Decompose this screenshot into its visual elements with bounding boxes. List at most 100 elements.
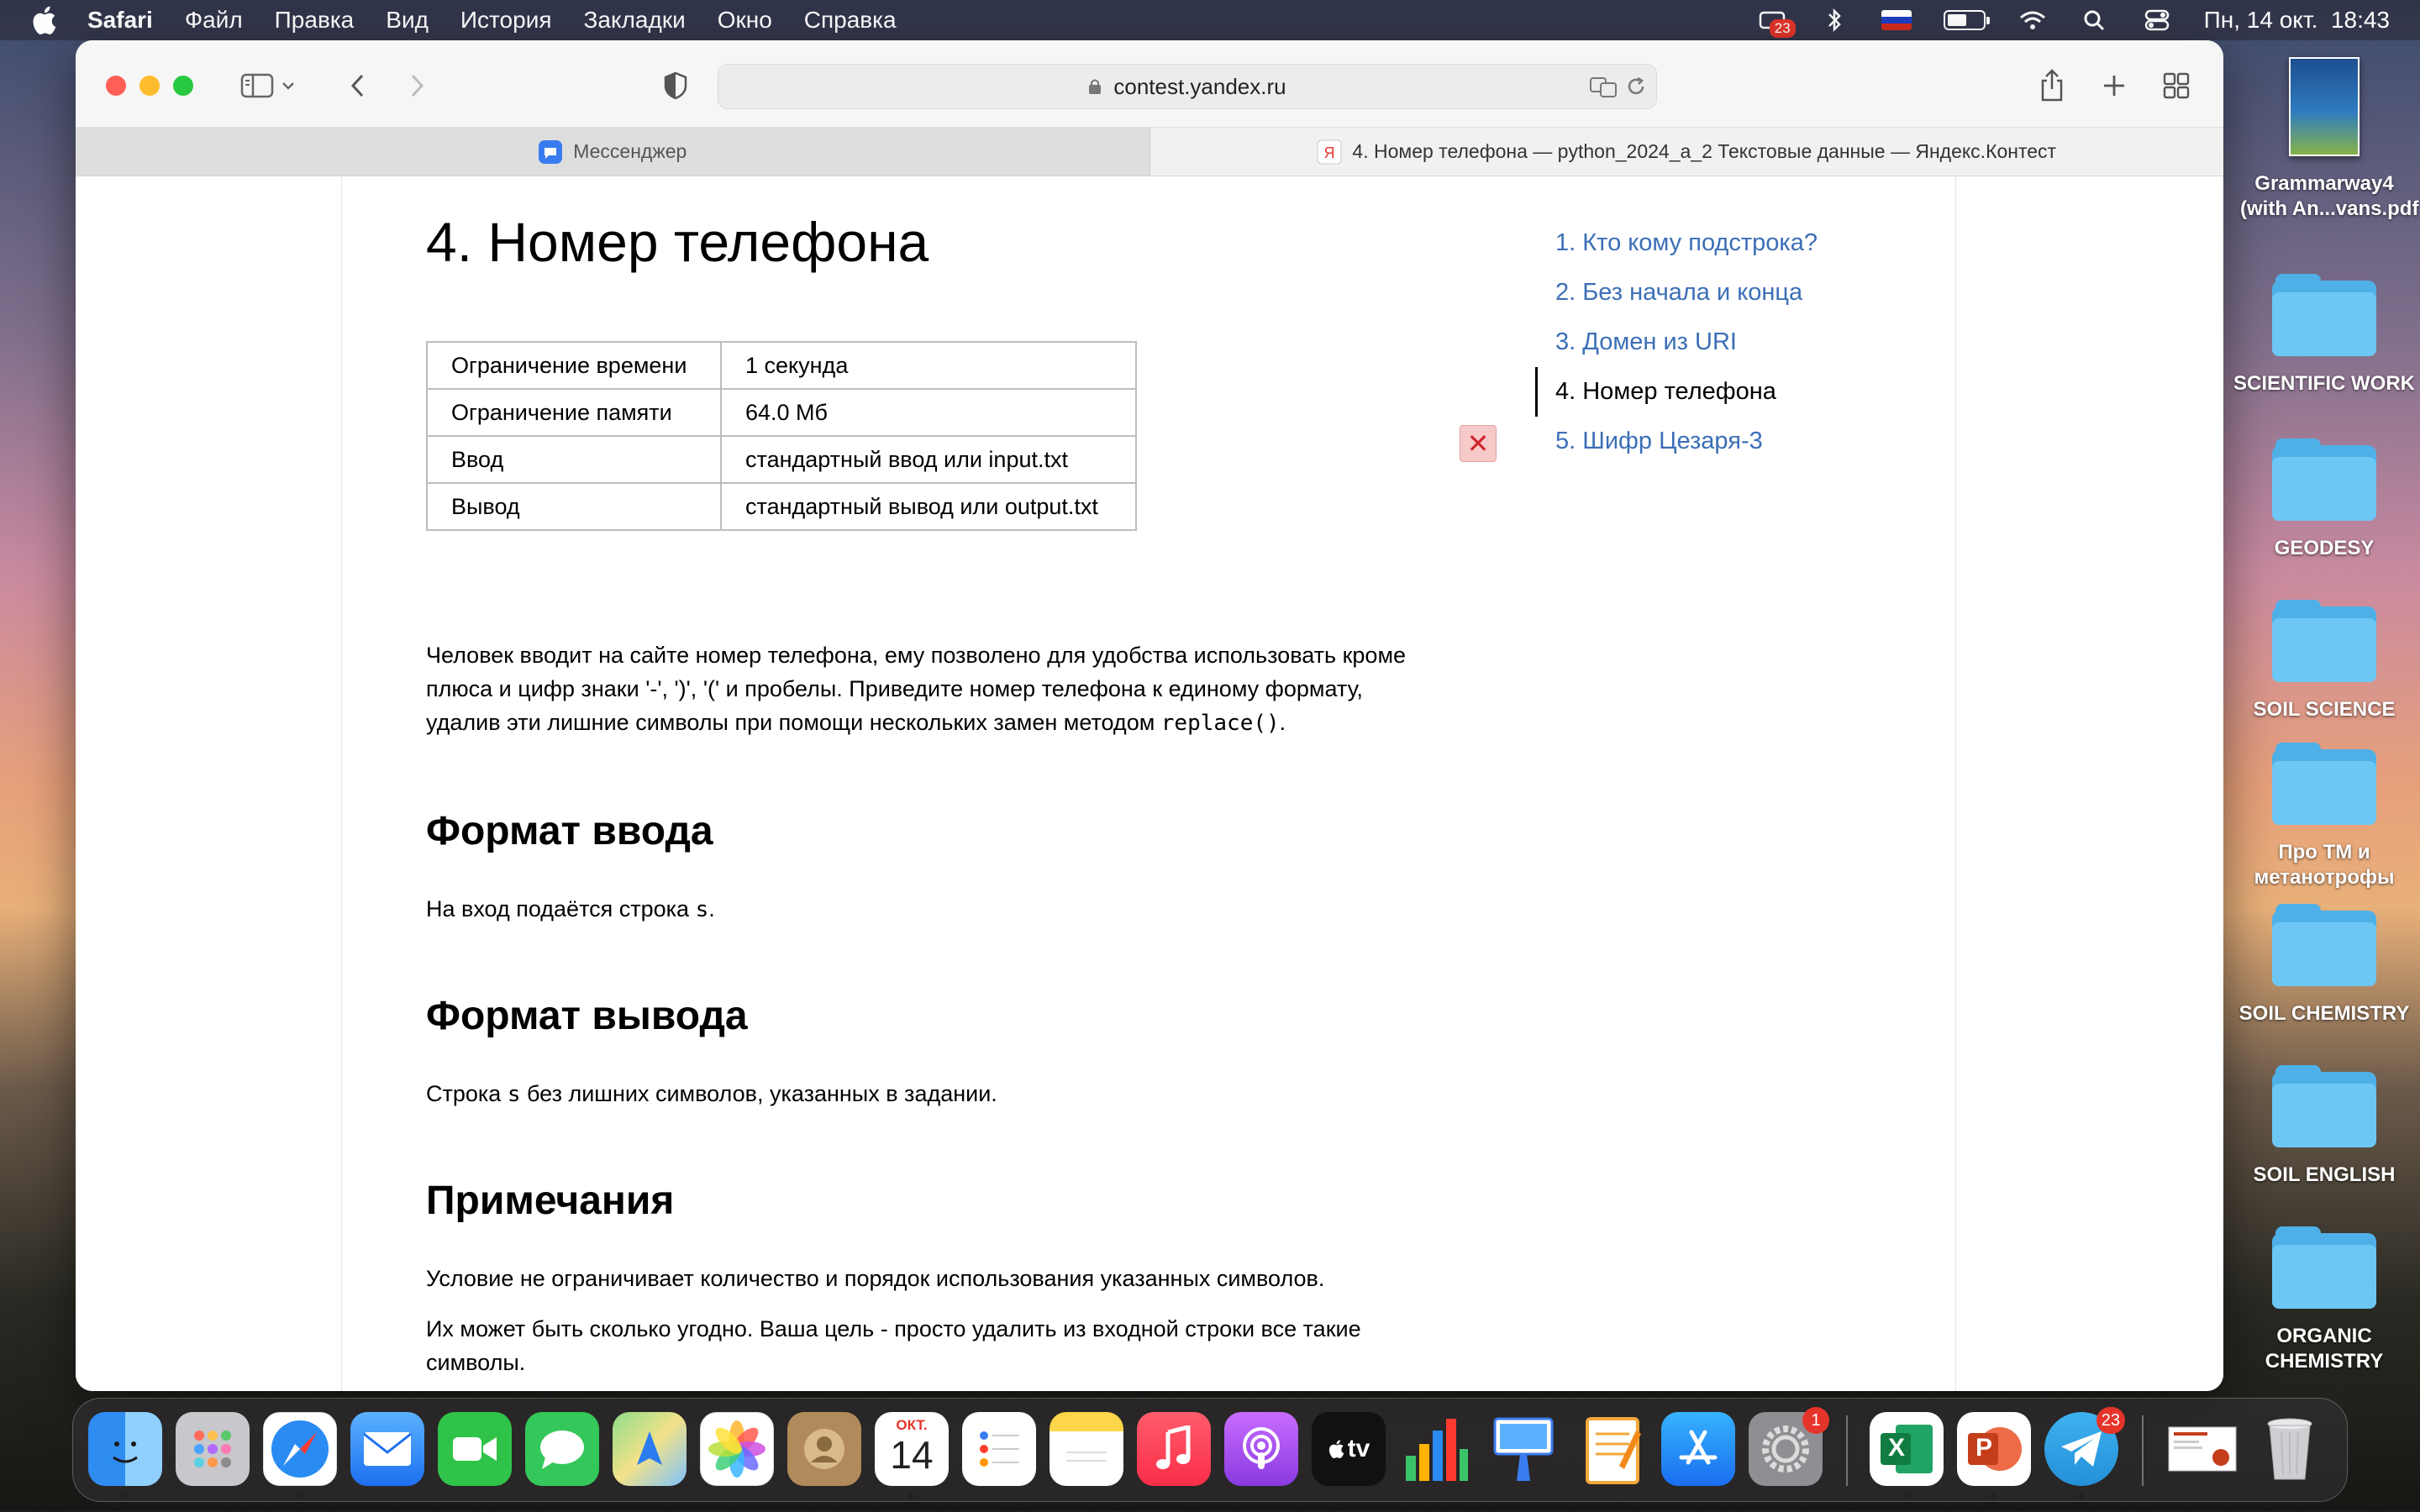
zoom-window-button[interactable] [173,76,193,96]
desktop-item-pdf[interactable]: Grammarway4 (with An...vans.pdf [2240,57,2418,222]
dock-recent-document[interactable] [2165,1412,2239,1486]
notification-badge: 23 [2096,1407,2125,1434]
dock-telegram[interactable]: 23 [2044,1407,2125,1486]
dock-app-store[interactable] [1661,1412,1735,1486]
desktop-item-label: SOIL ENGLISH [2253,1163,2396,1186]
menu-bookmarks[interactable]: Закладки [584,7,686,34]
desktop-folder-tm[interactable]: Про ТМ и метанотрофы [2240,743,2408,890]
dock-keynote[interactable] [1486,1412,1560,1486]
dock-system-settings[interactable]: 1 [1749,1407,1829,1486]
minimize-window-button[interactable] [139,76,160,96]
forward-button[interactable] [393,64,440,108]
tab-group-dropdown-button[interactable] [276,64,301,108]
notes-icon [1066,1452,1107,1462]
menu-help[interactable]: Справка [804,7,897,34]
reminders-list-icon [980,1431,1019,1467]
tab-messenger[interactable]: Мессенджер [76,128,1150,176]
share-button[interactable] [2028,64,2075,108]
new-tab-button[interactable] [2091,64,2138,108]
launchpad-icon [194,1431,231,1467]
tab-overview-button[interactable] [2153,64,2200,108]
sidebar-icon [240,73,274,98]
trash-icon [2267,1418,2312,1480]
desktop-item-label: Про ТМ и [2278,841,2370,864]
dock-facetime[interactable] [438,1412,512,1486]
desktop-item-label: SCIENTIFIC WORK [2233,372,2415,395]
notes-heading: Примечания [426,1179,675,1223]
excel-icon [1881,1425,1933,1473]
menu-file[interactable]: Файл [185,7,243,34]
wifi-icon[interactable] [2018,8,2048,33]
pages-document-icon [1586,1417,1641,1484]
dock-maps[interactable] [613,1412,687,1486]
desktop-folder-organic-chemistry[interactable]: ORGANIC CHEMISTRY [2240,1226,2408,1374]
dock-launchpad[interactable] [176,1412,250,1486]
apple-menu-icon[interactable] [30,5,57,35]
dock-reminders[interactable] [962,1412,1036,1486]
privacy-report-button[interactable] [652,64,699,108]
menu-history[interactable]: История [460,7,552,34]
menu-window[interactable]: Окно [718,7,772,34]
dock-podcasts[interactable] [1224,1412,1298,1486]
desktop-folder-geodesy[interactable]: GEODESY [2240,438,2408,561]
menu-view[interactable]: Вид [386,7,429,34]
spotlight-search-icon[interactable] [2080,8,2110,33]
desktop-folder-soil-chemistry[interactable]: SOIL CHEMISTRY [2239,904,2409,1026]
dock-calendar[interactable]: ОКТ. 14 [875,1412,949,1486]
dock-photos[interactable] [700,1412,774,1486]
safari-compass-icon [271,1420,329,1478]
toc-item-problem-2[interactable]: 2. Без начала и конца [1535,268,1818,318]
battery-icon[interactable] [1943,10,1990,30]
reload-icon[interactable] [1626,76,1646,97]
dock-powerpoint[interactable]: P [1957,1412,2031,1486]
menu-app-safari[interactable]: Safari [87,7,153,34]
folder-icon [2272,1065,2376,1147]
running-indicator [1903,1493,1910,1499]
dock-pages[interactable] [1574,1412,1648,1486]
dock-numbers[interactable] [1399,1412,1473,1486]
desktop-folder-scientific-work[interactable]: SCIENTIFIC WORK [2233,274,2415,396]
desktop-item-label: SOIL SCIENCE [2253,698,2396,721]
folder-icon [2272,600,2376,682]
input-text: . [708,896,715,921]
translate-icon[interactable] [1589,76,1618,99]
desktop-folder-soil-science[interactable]: SOIL SCIENCE [2240,600,2408,722]
toc-item-problem-3[interactable]: 3. Домен из URI [1535,318,1818,367]
speech-bubble-icon [540,1431,584,1469]
dock-finder[interactable] [88,1412,162,1486]
dock: ОКТ. 14 tv 1 X P 23 [72,1398,2348,1502]
share-icon [2041,69,2063,102]
dock-apple-tv[interactable]: tv [1312,1412,1386,1486]
dock-contacts[interactable] [787,1412,861,1486]
dock-notes[interactable] [1050,1412,1123,1486]
notification-status-item[interactable]: 23 [1757,8,1796,38]
dock-mail[interactable] [350,1412,424,1486]
tab-contest[interactable]: Я 4. Номер телефона — python_2024_a_2 Те… [1150,128,2223,176]
dock-trash[interactable] [2253,1412,2327,1486]
address-bar[interactable]: contest.yandex.ru [718,64,1657,109]
input-source-flag-icon[interactable] [1881,10,1912,30]
toc-item-label: 5. Шифр Цезаря-3 [1555,428,1763,454]
url-text: contest.yandex.ru [1113,73,1286,99]
failed-status-icon: ✕ [1460,425,1497,462]
bluetooth-icon[interactable] [1819,8,1849,33]
toc-item-problem-4[interactable]: 4. Номер телефона [1535,367,1818,417]
menubar-clock[interactable]: Пн, 14 окт. 18:43 [2204,7,2390,34]
toc-item-problem-5[interactable]: ✕ 5. Шифр Цезаря-3 [1460,417,1818,466]
back-button[interactable] [334,64,381,108]
inline-code: replace() [1160,711,1280,736]
close-window-button[interactable] [106,76,126,96]
sidebar-toggle-button[interactable] [234,64,281,108]
output-format-text: Строка s без лишних символов, указанных … [426,1077,1468,1111]
dock-excel[interactable]: X [1870,1412,1944,1486]
web-page[interactable]: 4. Номер телефона Ограничение времени 1 … [76,176,2223,1391]
dock-messages[interactable] [525,1412,599,1486]
dock-music[interactable] [1137,1412,1211,1486]
desktop-folder-soil-english[interactable]: SOIL ENGLISH [2240,1065,2408,1188]
menu-edit[interactable]: Правка [275,7,355,34]
control-center-icon[interactable] [2142,8,2172,33]
running-indicator [2078,1493,2085,1499]
notification-badge: 1 [1802,1407,1829,1434]
toc-item-problem-1[interactable]: 1. Кто кому подстрока? [1535,218,1818,268]
dock-safari[interactable] [263,1412,337,1486]
